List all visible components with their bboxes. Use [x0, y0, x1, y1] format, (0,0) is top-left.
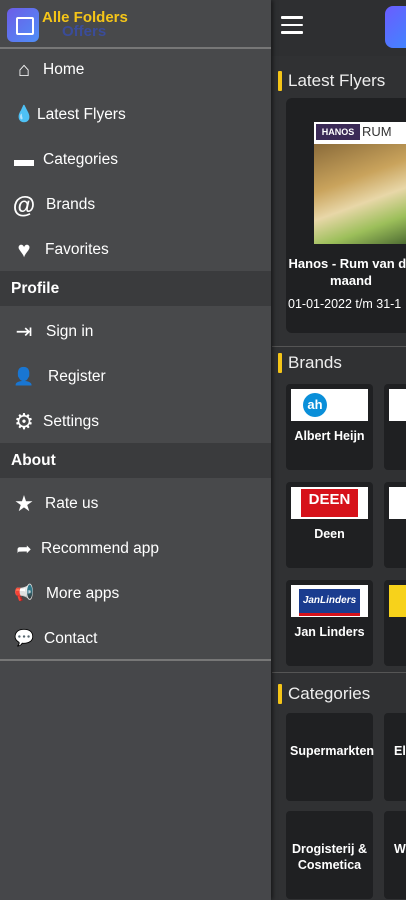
- latest-flyers-header: Latest Flyers: [278, 70, 385, 92]
- nav-item-contact[interactable]: 💬 Contact: [0, 617, 271, 662]
- section-title: About: [11, 452, 56, 469]
- jan-linders-logo: JanLinders: [299, 589, 360, 616]
- nav-item-label: Categories: [43, 151, 118, 168]
- shopping-bag-icon: [7, 8, 39, 42]
- nav-item-label: Sign in: [46, 323, 94, 340]
- category-name: Supermarkten: [290, 744, 375, 758]
- flyer-photo: [314, 144, 406, 244]
- nav-item-home[interactable]: ⌂ Home: [0, 48, 271, 93]
- megaphone-icon: 📢: [14, 585, 34, 602]
- brand-card-partial[interactable]: [384, 580, 406, 666]
- brands-header: Brands: [278, 352, 342, 374]
- nav-item-label: Rate us: [45, 495, 99, 512]
- brand-name: Albert Heijn: [294, 429, 365, 443]
- latest-flyers-title: Latest Flyers: [288, 71, 386, 90]
- brands-title: Brands: [288, 353, 342, 372]
- albert-heijn-logo: ah: [303, 393, 327, 417]
- add-user-icon: 👤: [13, 367, 35, 386]
- accent-bar: [278, 71, 282, 91]
- nav-item-brands[interactable]: @ Brands: [0, 183, 271, 228]
- gear-icon: ⚙: [14, 409, 34, 434]
- deen-logo: DEEN: [301, 489, 358, 517]
- nav-item-label: Favorites: [45, 241, 109, 258]
- flyer-title: Hanos - Rum van de maand: [288, 256, 406, 288]
- nav-item-categories[interactable]: ▬ Categories: [0, 138, 271, 183]
- accent-bar: [278, 353, 282, 373]
- category-card-drogisterij[interactable]: Drogisterij & Cosmetica: [286, 811, 373, 899]
- nav-item-favorites[interactable]: ♥ Favorites: [0, 228, 271, 273]
- share-icon: ➦: [16, 539, 32, 559]
- menu-icon[interactable]: [281, 16, 303, 36]
- heart-icon: ♥: [17, 237, 31, 262]
- category-card-partial[interactable]: W: [384, 811, 406, 899]
- nav-item-sign-in[interactable]: ⇥ Sign in: [0, 310, 271, 355]
- flame-icon: 💧: [14, 106, 34, 123]
- brand-name: Jan Linders: [294, 625, 365, 639]
- categories-header: Categories: [278, 683, 370, 705]
- profile-section-header: Profile: [0, 271, 271, 306]
- drawer-empty-area: [0, 661, 271, 900]
- brand-logo: ah: [291, 389, 368, 421]
- categories-title: Categories: [288, 684, 371, 703]
- flyer-image: HANOS RUM: [314, 122, 406, 244]
- nav-item-label: Register: [48, 368, 106, 385]
- nav-item-label: Latest Flyers: [37, 106, 126, 123]
- nav-item-label: More apps: [46, 585, 120, 602]
- nav-item-rate-us[interactable]: ★ Rate us: [0, 482, 271, 527]
- folder-icon: ▬: [14, 149, 34, 171]
- nav-item-recommend-app[interactable]: ➦ Recommend app: [0, 527, 271, 572]
- brand-card-jan-linders[interactable]: JanLinders Jan Linders: [286, 580, 373, 666]
- nav-item-latest-flyers[interactable]: 💧 Latest Flyers: [0, 93, 271, 138]
- nav-item-label: Settings: [43, 413, 100, 430]
- brand-card-albert-heijn[interactable]: ah Albert Heijn: [286, 384, 373, 470]
- divider: [272, 346, 406, 347]
- nav-item-more-apps[interactable]: 📢 More apps: [0, 572, 271, 617]
- home-icon: ⌂: [17, 59, 31, 81]
- section-title: Profile: [11, 280, 60, 297]
- brand-card-deen[interactable]: DEEN Deen: [286, 482, 373, 568]
- brand-name: Deen: [314, 527, 345, 541]
- accent-bar: [278, 684, 282, 704]
- app-logo-icon: [385, 6, 406, 48]
- star-icon: ★: [14, 491, 34, 516]
- brand-logo: JanLinders: [291, 585, 368, 617]
- brand-card-partial[interactable]: [384, 384, 406, 470]
- flyer-date: 01-01-2022 t/m 31-1: [288, 297, 402, 311]
- at-icon: @: [12, 192, 36, 218]
- divider: [272, 672, 406, 673]
- nav-item-register[interactable]: 👤 Register: [0, 355, 271, 400]
- category-card-partial[interactable]: El: [384, 713, 406, 801]
- flyer-brand-tag: HANOS: [316, 124, 360, 140]
- chat-icon: 💬: [14, 630, 34, 647]
- app-subtitle: Offers: [62, 23, 107, 40]
- sign-in-icon: ⇥: [15, 321, 33, 343]
- category-name: Drogisterij & Cosmetica: [291, 842, 367, 872]
- navigation-drawer: Alle Folders Offers ⌂ Home 💧 Latest Flye…: [0, 0, 271, 900]
- nav-item-label: Home: [43, 61, 85, 78]
- brand-logo: DEEN: [291, 487, 368, 519]
- about-section-header: About: [0, 443, 271, 478]
- category-card-supermarkten[interactable]: Supermarkten: [286, 713, 375, 801]
- drawer-header: Alle Folders Offers: [0, 0, 271, 48]
- nav-item-label: Brands: [46, 196, 96, 213]
- brand-card-partial[interactable]: [384, 482, 406, 568]
- nav-item-label: Contact: [44, 630, 98, 647]
- nav-item-label: Recommend app: [41, 540, 160, 557]
- flyer-image-text: RUM: [362, 124, 392, 139]
- nav-item-settings[interactable]: ⚙ Settings: [0, 400, 271, 445]
